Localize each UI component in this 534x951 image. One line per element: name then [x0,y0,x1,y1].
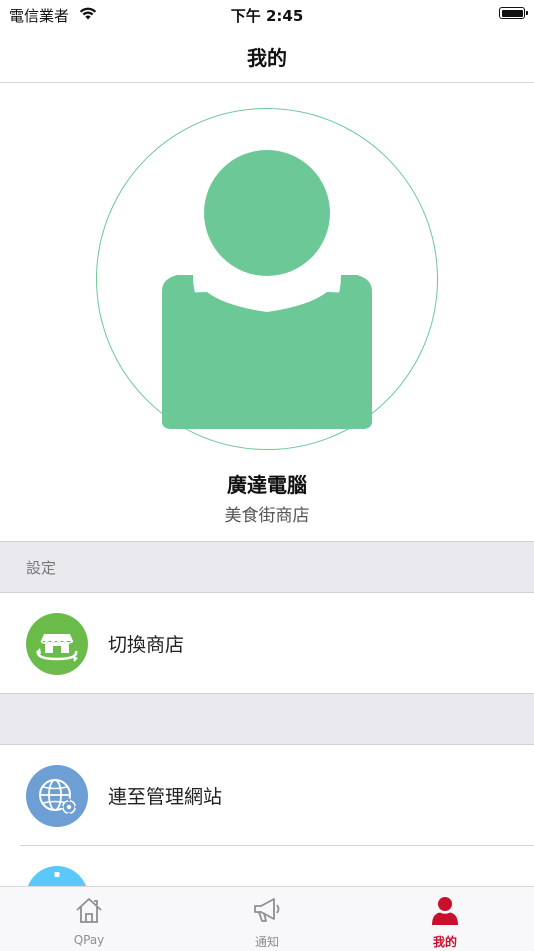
megaphone-icon [252,895,282,925]
admin-site-row[interactable]: 連至管理網站 [0,745,534,845]
clock: 下午 2:45 [230,7,304,25]
section-header-blank [0,693,534,745]
avatar [96,108,438,450]
tab-label: 我的 [432,935,457,949]
tab-bar: QPay 通知 我的 [0,886,534,951]
tab-label: QPay [73,933,105,947]
tab-label: 通知 [254,935,279,949]
user-silhouette-icon [162,150,372,429]
globe-gear-icon [26,765,88,827]
page-title: 我的 [247,46,287,70]
section-header-label: 設定 [26,559,57,577]
person-icon [430,895,460,925]
admin-site-label: 連至管理網站 [108,786,223,808]
info-icon [26,866,88,886]
info-row[interactable] [0,846,534,886]
store-switch-icon [26,613,88,675]
navigation-bar: 我的 [0,28,534,83]
shop-name: 美食街商店 [224,506,310,526]
battery-icon [499,7,528,19]
status-bar: 電信業者 下午 2:45 [0,0,534,28]
home-icon [74,895,104,925]
profile-section: 廣達電腦 美食街商店 [0,83,534,541]
switch-store-row[interactable]: 切換商店 [0,593,534,693]
tab-notifications[interactable]: 通知 [178,887,356,951]
tab-me[interactable]: 我的 [356,887,534,951]
tab-qpay[interactable]: QPay [0,887,178,951]
switch-store-label: 切換商店 [108,634,185,656]
section-header-settings: 設定 [0,541,534,593]
merchant-name: 廣達電腦 [227,473,307,497]
